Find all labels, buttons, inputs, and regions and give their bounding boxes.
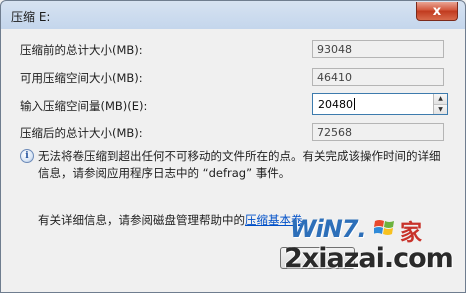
shrink-amount-label: 输入压缩空间量(MB)(E): xyxy=(20,99,148,113)
shrink-amount-text[interactable]: 20480 xyxy=(313,94,433,114)
available-space-value: 46410 xyxy=(312,68,444,86)
shrink-amount-spinner[interactable]: ▲ ▼ xyxy=(433,94,447,114)
shrink-amount-input[interactable]: 20480 ▲ ▼ xyxy=(312,93,448,115)
total-before-label: 压缩前的总计大小(MB): xyxy=(20,43,143,57)
windows-flag-icon xyxy=(374,220,394,235)
total-after-label: 压缩后的总计大小(MB): xyxy=(20,126,143,140)
watermark-brand: WiN7. xyxy=(290,215,367,243)
help-note: 有关详细信息，请参阅磁盘管理帮助中的压缩基本卷。 xyxy=(38,213,314,227)
close-button[interactable]: x xyxy=(416,2,458,21)
close-icon: x xyxy=(432,3,442,19)
window-title: 压缩 E: xyxy=(11,10,51,24)
total-before-value: 93048 xyxy=(312,40,444,58)
title-bar[interactable]: 压缩 E: x xyxy=(1,1,465,29)
info-icon: i xyxy=(20,149,34,163)
available-space-label: 可用压缩空间大小(MB): xyxy=(20,71,143,85)
total-after-value: 72568 xyxy=(312,123,444,141)
shrink-dialog: 压缩 E: x 压缩前的总计大小(MB): 93048 可用压缩空间大小(MB)… xyxy=(0,0,466,293)
info-message: 无法将卷压缩到超出任何不可移动的文件所在的点。有关完成该操作时间的详细信息，请参… xyxy=(38,149,441,180)
spin-down-icon[interactable]: ▼ xyxy=(434,103,447,114)
dialog-body: 压缩前的总计大小(MB): 93048 可用压缩空间大小(MB): 46410 … xyxy=(8,29,458,285)
spin-up-icon[interactable]: ▲ xyxy=(434,94,447,104)
watermark-url: 2xiazai.com xyxy=(284,243,454,274)
